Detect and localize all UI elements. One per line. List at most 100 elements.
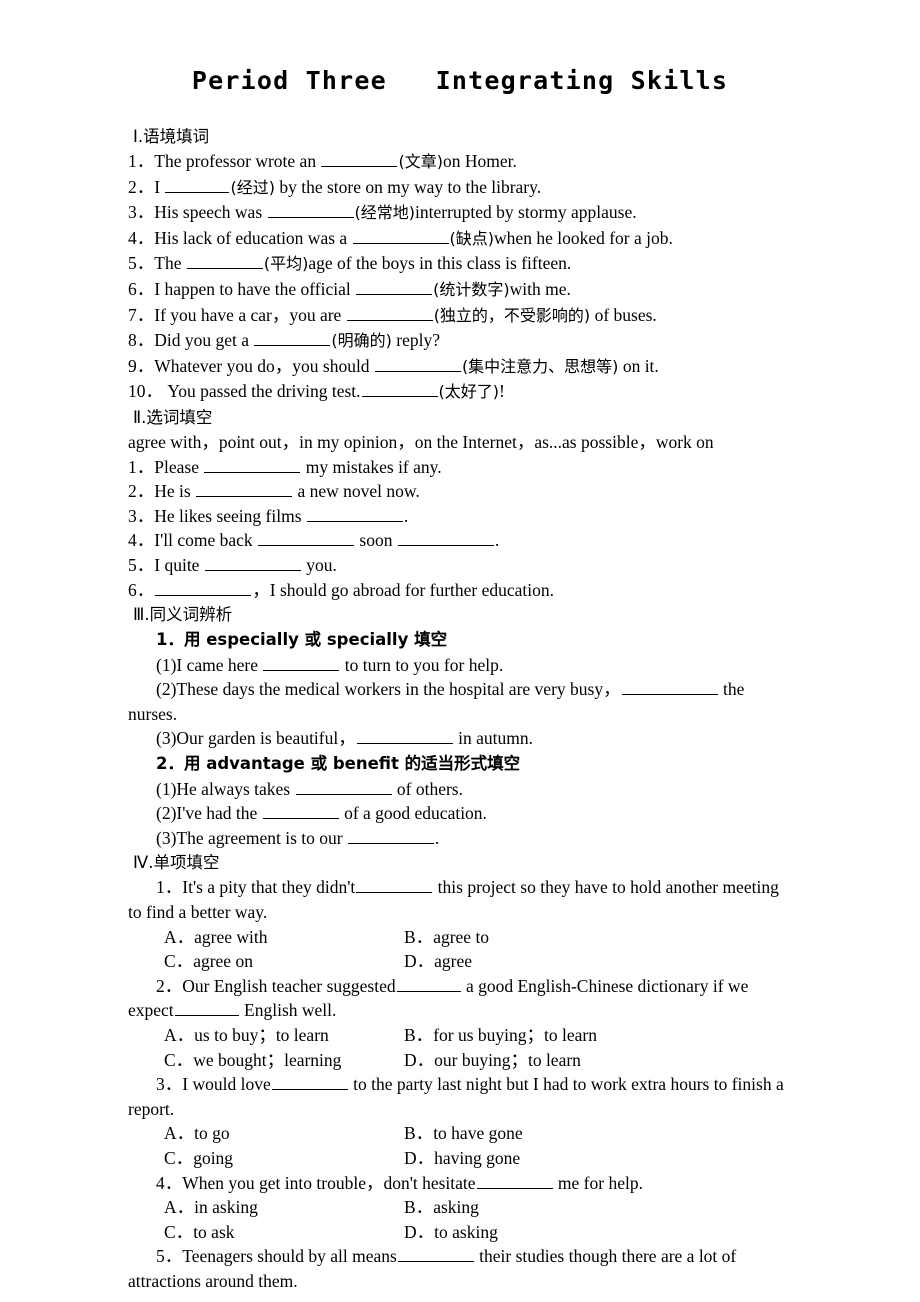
answer-blank[interactable] bbox=[321, 149, 398, 167]
option-b-label: B． bbox=[404, 1197, 434, 1218]
answer-blank[interactable] bbox=[204, 455, 301, 473]
option-b[interactable]: B．for us buying；to learn bbox=[404, 1023, 597, 1048]
item-text-tail: when he looked for a job. bbox=[494, 227, 673, 248]
option-row: C．agree on D．agree bbox=[128, 949, 792, 974]
item-hint: (统计数字) bbox=[433, 279, 510, 299]
item-text-tail: on it. bbox=[618, 355, 659, 376]
item-number: 1． bbox=[128, 456, 155, 477]
item-text-mid: soon bbox=[355, 530, 397, 551]
answer-blank[interactable] bbox=[374, 354, 461, 372]
page-title: Period Three Integrating Skills bbox=[191, 66, 729, 95]
item-text: I came here bbox=[176, 654, 263, 675]
subsection-heading-advantage-label: 2．用 advantage 或 benefit 的适当形式填空 bbox=[156, 754, 521, 774]
option-a[interactable]: A．agree with bbox=[164, 925, 268, 950]
answer-blank[interactable] bbox=[174, 999, 239, 1017]
answer-blank[interactable] bbox=[165, 175, 230, 193]
section-heading-4-label: Ⅳ.单项填空 bbox=[133, 853, 220, 873]
option-d-label: D． bbox=[404, 951, 435, 972]
item-text-tail: of others. bbox=[392, 778, 463, 799]
option-c[interactable]: C．to ask bbox=[164, 1220, 235, 1245]
answer-blank[interactable] bbox=[361, 380, 438, 398]
item-text: I quite bbox=[154, 554, 204, 575]
option-row: A．us to buy；to learn B．for us buying；to … bbox=[128, 1023, 792, 1048]
item-text: The agreement is to our bbox=[176, 827, 347, 848]
item-text-tail: in autumn. bbox=[453, 728, 533, 749]
option-d[interactable]: D．to asking bbox=[404, 1220, 498, 1245]
answer-blank[interactable] bbox=[356, 876, 433, 894]
answer-blank[interactable] bbox=[397, 1245, 474, 1263]
option-b[interactable]: B．agree to bbox=[404, 925, 489, 950]
option-a-label: A． bbox=[164, 1123, 195, 1144]
answer-blank[interactable] bbox=[397, 529, 494, 547]
option-b[interactable]: B．to have gone bbox=[404, 1121, 523, 1146]
list-item: (3)The agreement is to our . bbox=[128, 826, 792, 851]
answer-blank[interactable] bbox=[204, 553, 301, 571]
item-text: If you have a car，you are bbox=[154, 304, 346, 325]
item-text: I happen to have the official bbox=[154, 278, 356, 299]
answer-blank[interactable] bbox=[295, 777, 392, 795]
answer-blank[interactable] bbox=[356, 727, 453, 745]
option-row: A．in asking B．asking bbox=[128, 1195, 792, 1220]
option-c[interactable]: C．going bbox=[164, 1146, 233, 1171]
answer-blank[interactable] bbox=[356, 277, 433, 295]
answer-blank[interactable] bbox=[476, 1171, 553, 1189]
option-a[interactable]: A．to go bbox=[164, 1121, 230, 1146]
item-text-tail: ，I should go abroad for further educatio… bbox=[252, 579, 555, 600]
answer-blank[interactable] bbox=[396, 974, 461, 992]
item-number: 7． bbox=[128, 304, 155, 325]
list-item: 2．I (经过) by the store on my way to the l… bbox=[128, 175, 792, 201]
item-text: His lack of education was a bbox=[154, 227, 352, 248]
answer-blank[interactable] bbox=[352, 226, 449, 244]
answer-blank[interactable] bbox=[262, 802, 339, 820]
item-text-tail: interrupted by stormy applause. bbox=[415, 202, 637, 223]
question-stem: 3．I would love to the party last night b… bbox=[128, 1072, 792, 1121]
section-heading-4: Ⅳ.单项填空 bbox=[128, 850, 792, 875]
list-item: 9．Whatever you do，you should (集中注意力、思想等)… bbox=[128, 354, 792, 380]
option-d[interactable]: D．agree bbox=[404, 949, 472, 974]
word-bank: agree with，point out，in my opinion，on th… bbox=[128, 431, 714, 452]
section-heading-1: Ⅰ.语境填词 bbox=[128, 124, 792, 149]
item-text-tail: English well. bbox=[239, 1000, 337, 1021]
option-c[interactable]: C．we bought；learning bbox=[164, 1048, 341, 1073]
item-number: 5． bbox=[128, 554, 155, 575]
item-hint: (平均) bbox=[263, 254, 309, 274]
option-b-label: B． bbox=[404, 1025, 434, 1045]
option-a[interactable]: A．in asking bbox=[164, 1195, 258, 1220]
section-heading-2: Ⅱ.选词填空 bbox=[128, 405, 792, 430]
list-item: (2)I've had the of a good education. bbox=[128, 801, 792, 826]
section-heading-3-label: Ⅲ.同义词辨析 bbox=[133, 605, 233, 625]
option-b[interactable]: B．asking bbox=[404, 1195, 479, 1220]
answer-blank[interactable] bbox=[155, 578, 252, 596]
answer-blank[interactable] bbox=[263, 653, 340, 671]
answer-blank[interactable] bbox=[258, 529, 355, 547]
answer-blank[interactable] bbox=[271, 1073, 348, 1091]
document-body: Ⅰ.语境填词 1．The professor wrote an (文章)on H… bbox=[128, 124, 792, 1294]
item-number: 8． bbox=[128, 330, 155, 351]
option-row: A．to go B．to have gone bbox=[128, 1121, 792, 1146]
answer-blank[interactable] bbox=[186, 252, 263, 270]
option-b-text: asking bbox=[433, 1197, 479, 1218]
answer-blank[interactable] bbox=[196, 480, 293, 498]
option-d[interactable]: D．our buying；to learn bbox=[404, 1048, 581, 1073]
answer-blank[interactable] bbox=[306, 504, 403, 522]
option-b-label: B． bbox=[404, 926, 434, 947]
answer-blank[interactable] bbox=[347, 826, 434, 844]
item-number: 4． bbox=[156, 1172, 183, 1193]
option-d[interactable]: D．having gone bbox=[404, 1146, 520, 1171]
question-stem: 4．When you get into trouble，don't hesita… bbox=[128, 1171, 792, 1196]
answer-blank[interactable] bbox=[621, 678, 718, 696]
answer-blank[interactable] bbox=[267, 201, 354, 219]
item-number: 9． bbox=[128, 355, 155, 376]
option-a[interactable]: A．us to buy；to learn bbox=[164, 1023, 329, 1048]
item-hint: (经常地) bbox=[354, 203, 416, 223]
option-a-label: A． bbox=[164, 1197, 195, 1218]
item-number: 4． bbox=[128, 530, 155, 551]
option-d-text: having gone bbox=[434, 1147, 521, 1168]
answer-blank[interactable] bbox=[254, 329, 331, 347]
list-item: 8．Did you get a (明确的) reply? bbox=[128, 328, 792, 354]
item-text-tail: a new novel now. bbox=[293, 481, 420, 502]
option-c[interactable]: C．agree on bbox=[164, 949, 253, 974]
answer-blank[interactable] bbox=[346, 303, 433, 321]
option-c-text: to ask bbox=[193, 1221, 235, 1242]
item-number: 2． bbox=[128, 176, 155, 197]
